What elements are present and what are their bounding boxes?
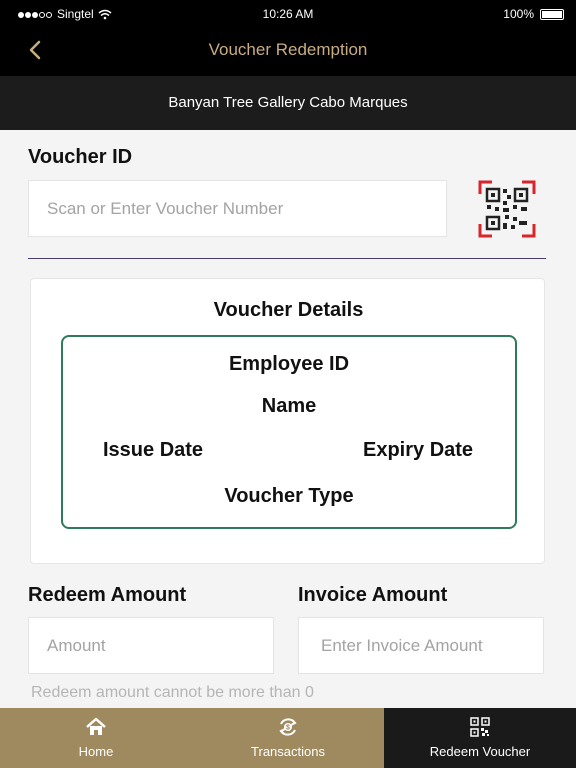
navigation-bar: Voucher Redemption [0,28,576,76]
voucher-details-box: Employee ID Name Issue Date Expiry Date … [61,335,517,529]
voucher-type-field: Voucher Type [224,485,354,507]
battery-percent: 100% [503,7,534,21]
voucher-details-title: Voucher Details [213,299,364,321]
redeem-amount-placeholder: Amount [47,635,106,655]
invoice-amount-label: Invoice Amount [298,584,448,606]
expiry-date-field: Expiry Date [363,439,474,461]
tab-transactions[interactable]: $ Transactions [192,708,384,768]
divider [28,258,546,259]
tab-home-label: Home [78,744,114,759]
qr-code-icon [470,717,490,737]
redeem-amount-input[interactable]: Amount [28,617,274,674]
voucher-id-label: Voucher ID [28,146,133,168]
battery-icon [540,8,564,20]
status-time: 10:26 AM [262,7,314,21]
invoice-amount-placeholder: Enter Invoice Amount [321,635,483,655]
status-right: 100% [503,7,564,21]
location-name: Banyan Tree Gallery Cabo Marques [0,76,576,130]
voucher-number-input[interactable]: Scan or Enter Voucher Number [28,180,447,237]
name-field: Name [261,395,317,417]
tab-transactions-label: Transactions [251,744,325,759]
voucher-number-placeholder: Scan or Enter Voucher Number [47,198,284,218]
svg-text:$: $ [286,725,290,732]
invoice-amount-input[interactable]: Enter Invoice Amount [298,617,544,674]
home-icon [86,717,106,735]
employee-id-field: Employee ID [228,353,350,375]
redeem-amount-hint: Redeem amount cannot be more than 0 [31,684,314,701]
tab-bar: Home $ Transactions Redeem Voucher [0,708,576,768]
status-bar: Singtel 10:26 AM 100% [0,0,576,28]
tab-redeem-voucher[interactable]: Redeem Voucher [384,708,576,768]
tab-redeem-voucher-label: Redeem Voucher [429,744,531,759]
page-title: Voucher Redemption [208,40,368,59]
transactions-icon: $ [279,718,297,736]
tab-home[interactable]: Home [0,708,192,768]
issue-date-field: Issue Date [103,439,204,461]
qr-scan-icon[interactable] [478,180,536,238]
redeem-amount-label: Redeem Amount [28,584,187,606]
voucher-details-card: Voucher Details Employee ID Name Issue D… [30,278,545,564]
